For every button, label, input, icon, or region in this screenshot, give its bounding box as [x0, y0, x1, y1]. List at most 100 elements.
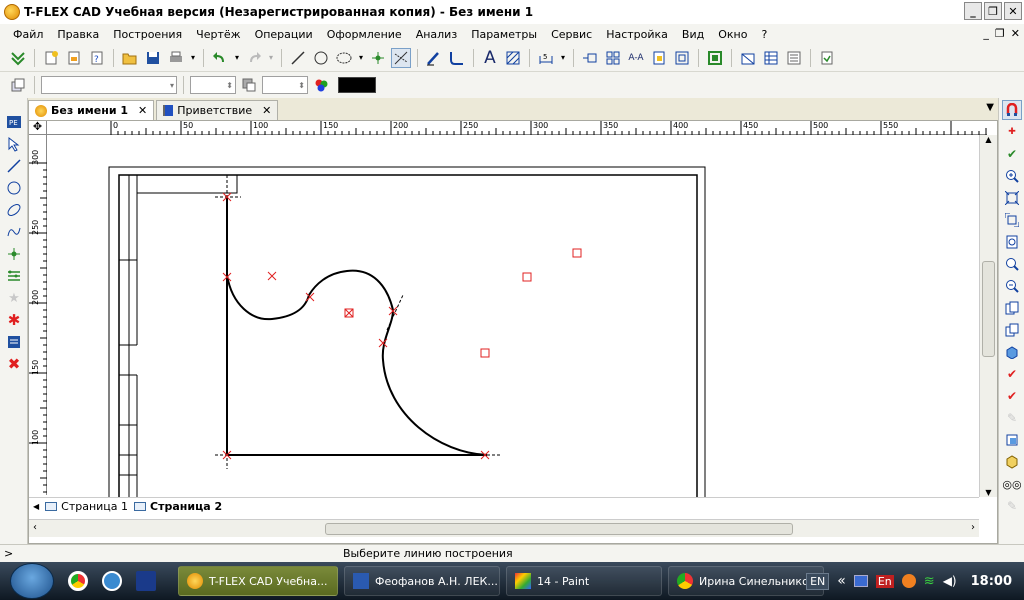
- menu-window[interactable]: Окно: [711, 28, 754, 41]
- hatch-icon[interactable]: [503, 48, 523, 68]
- priority-spinner[interactable]: ⬍: [262, 76, 308, 94]
- node-tool-icon[interactable]: [4, 244, 24, 264]
- menu-analysis[interactable]: Анализ: [409, 28, 465, 41]
- align-icon[interactable]: A-A: [626, 48, 646, 68]
- grid-icon[interactable]: [649, 48, 669, 68]
- disabled-tool-2-icon[interactable]: ✎: [1002, 496, 1022, 516]
- pages-icon[interactable]: [1002, 298, 1022, 318]
- mdi-minimize-button[interactable]: _: [983, 27, 989, 40]
- layer-icon[interactable]: [603, 48, 623, 68]
- array-tool-icon[interactable]: [4, 266, 24, 286]
- zoom-fit-icon[interactable]: [1002, 188, 1022, 208]
- language-indicator[interactable]: EN: [806, 572, 830, 590]
- task-word[interactable]: Феофанов А.Н. ЛЕК...: [344, 566, 500, 596]
- cube-icon[interactable]: [1002, 452, 1022, 472]
- model-icon[interactable]: [1002, 430, 1022, 450]
- draw-icon[interactable]: [424, 48, 444, 68]
- task-paint[interactable]: 14 - Paint: [506, 566, 662, 596]
- horizontal-scroll-thumb[interactable]: [325, 523, 793, 535]
- print-icon[interactable]: [166, 48, 186, 68]
- menu-drawing[interactable]: Чертёж: [189, 28, 247, 41]
- restore-button[interactable]: ❐: [984, 2, 1002, 20]
- layer-select[interactable]: ▾: [41, 76, 177, 94]
- page-tab-1[interactable]: Страница 1: [45, 500, 128, 513]
- pages-stack-icon[interactable]: [1002, 320, 1022, 340]
- menu-file[interactable]: Файл: [6, 28, 50, 41]
- tab-list-dropdown[interactable]: ▼: [986, 102, 994, 113]
- ellipse-dropdown-icon[interactable]: ▾: [357, 48, 365, 68]
- disabled-tool-icon[interactable]: ✎: [1002, 408, 1022, 428]
- print-dropdown-icon[interactable]: ▾: [189, 48, 197, 68]
- drawing-sheet[interactable]: [47, 135, 979, 497]
- color-palette-icon[interactable]: [311, 75, 331, 95]
- k-quicklaunch-icon[interactable]: [102, 571, 122, 591]
- menu-construct[interactable]: Построения: [106, 28, 189, 41]
- menu-parameters[interactable]: Параметры: [464, 28, 544, 41]
- new-assembly-icon[interactable]: ?: [87, 48, 107, 68]
- open-icon[interactable]: [120, 48, 140, 68]
- menu-service[interactable]: Сервис: [544, 28, 599, 41]
- zoom-window-right-icon[interactable]: [1002, 254, 1022, 274]
- priority-icon[interactable]: [239, 75, 259, 95]
- level-spinner[interactable]: ⬍: [190, 76, 236, 94]
- close-button[interactable]: ✕: [1004, 2, 1022, 20]
- m-quicklaunch-icon[interactable]: [136, 571, 156, 591]
- scroll-down-arrow[interactable]: ▼: [980, 488, 997, 497]
- variables-icon[interactable]: [784, 48, 804, 68]
- tab-document[interactable]: Без имени 1 ✕: [28, 100, 155, 120]
- zoom-page-icon[interactable]: [1002, 232, 1022, 252]
- dimension-icon[interactable]: 5: [536, 48, 556, 68]
- menu-operations[interactable]: Операции: [248, 28, 320, 41]
- node-icon[interactable]: [368, 48, 388, 68]
- zoom-in-icon[interactable]: [1002, 166, 1022, 186]
- center-marker[interactable]: [480, 348, 490, 358]
- snap-check-icon[interactable]: ✔: [1002, 144, 1022, 164]
- redo-icon[interactable]: [244, 48, 264, 68]
- text-icon[interactable]: A: [480, 48, 500, 68]
- ellipse-tool-icon[interactable]: [4, 200, 24, 220]
- app-tray-icon[interactable]: [901, 574, 916, 588]
- keyboard-layout-indicator[interactable]: En: [875, 574, 894, 588]
- undo-icon[interactable]: [210, 48, 230, 68]
- vertical-scrollbar[interactable]: ▲ ▼: [979, 135, 997, 497]
- command-prompt[interactable]: >: [4, 547, 13, 560]
- ellipse-icon[interactable]: [334, 48, 354, 68]
- color-swatch[interactable]: [338, 77, 376, 93]
- tray-expand-button[interactable]: «: [837, 573, 846, 589]
- page-tab-2[interactable]: Страница 2: [134, 500, 222, 513]
- layers-tool-icon[interactable]: [4, 332, 24, 352]
- center-marker[interactable]: [522, 272, 532, 282]
- glasses-icon[interactable]: ◎◎: [1002, 474, 1022, 494]
- network-icon[interactable]: [853, 575, 868, 587]
- menu-help[interactable]: ?: [754, 28, 774, 41]
- menu-settings[interactable]: Настройка: [599, 28, 675, 41]
- tab-document-close-button[interactable]: ✕: [138, 104, 147, 117]
- scroll-up-arrow[interactable]: ▲: [980, 135, 997, 144]
- delete-tool-icon[interactable]: ✖: [4, 354, 24, 374]
- drawing-canvas[interactable]: ✥ 0 50 100 150 200 250 300 350 400 450 5…: [28, 120, 998, 544]
- mdi-close-button[interactable]: ✕: [1011, 27, 1020, 40]
- save-icon[interactable]: [143, 48, 163, 68]
- scroll-right-arrow[interactable]: ›: [971, 522, 975, 533]
- redo-dropdown-icon[interactable]: ▾: [267, 48, 275, 68]
- table-icon[interactable]: [672, 48, 692, 68]
- clock[interactable]: 18:00: [971, 574, 1012, 589]
- check-red-icon[interactable]: ✔: [1002, 364, 1022, 384]
- circle-icon[interactable]: [311, 48, 331, 68]
- vertical-scroll-thumb[interactable]: [982, 261, 995, 357]
- mdi-restore-button[interactable]: ❐: [995, 27, 1005, 40]
- new-icon[interactable]: [41, 48, 61, 68]
- page-scroll-left[interactable]: ◀: [33, 502, 39, 511]
- zoom-extents-icon[interactable]: [1002, 210, 1022, 230]
- center-marker[interactable]: [572, 248, 582, 258]
- insert-icon[interactable]: [8, 48, 28, 68]
- properties-panel-icon[interactable]: PE: [4, 112, 24, 132]
- select-icon[interactable]: [4, 134, 24, 154]
- snap-tool-icon[interactable]: ✱: [4, 310, 24, 330]
- circle-tool-icon[interactable]: [4, 178, 24, 198]
- menu-format[interactable]: Оформление: [320, 28, 409, 41]
- fragment-icon[interactable]: [705, 48, 725, 68]
- layers-icon[interactable]: [8, 75, 28, 95]
- view-icon[interactable]: [580, 48, 600, 68]
- undo-dropdown-icon[interactable]: ▾: [233, 48, 241, 68]
